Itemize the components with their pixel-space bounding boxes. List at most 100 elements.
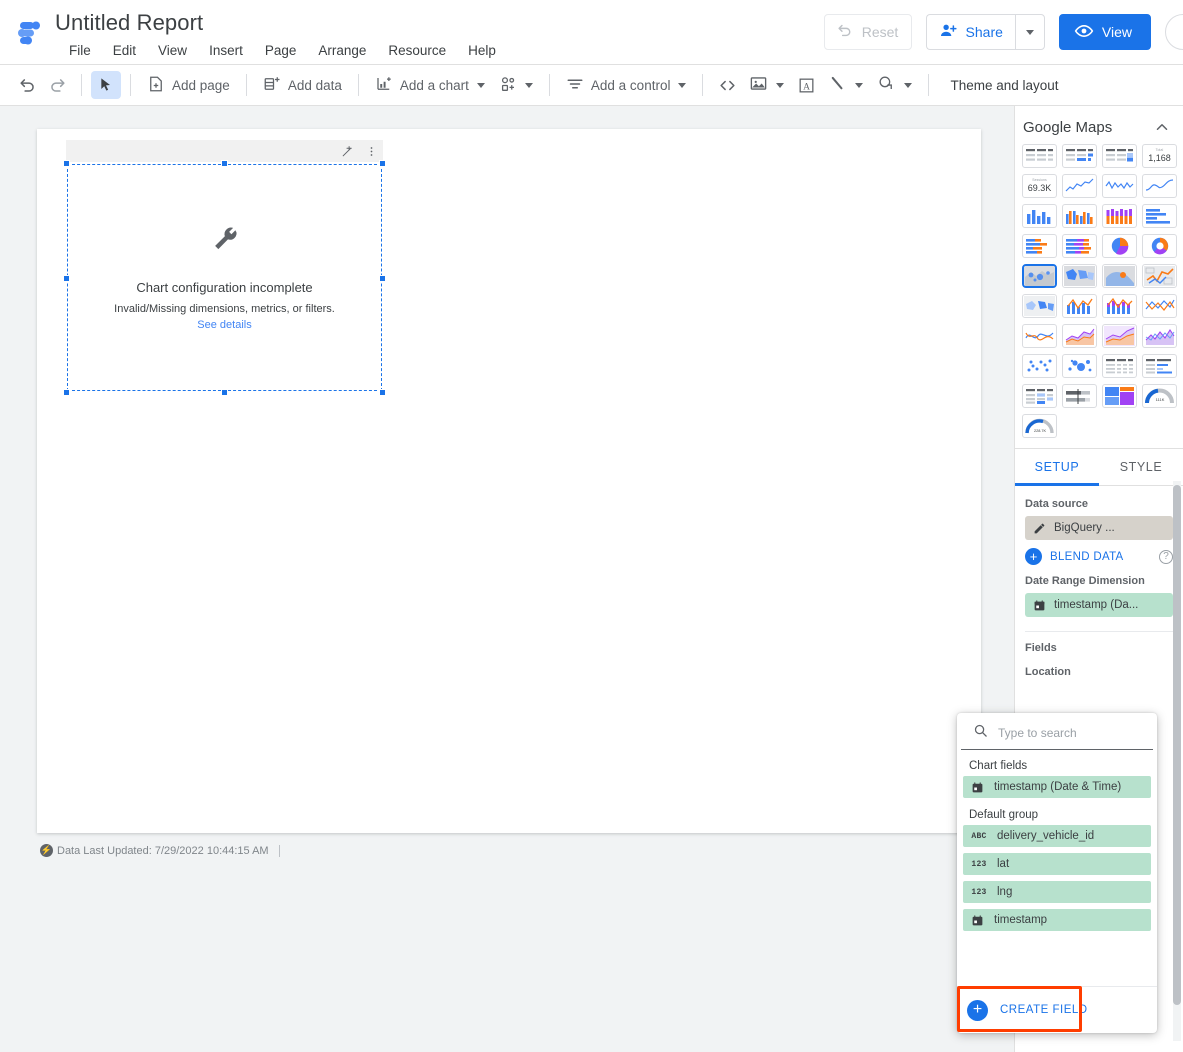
gallery-item-stacked-column-chart[interactable] bbox=[1102, 204, 1137, 228]
chevron-up-icon[interactable] bbox=[1153, 118, 1171, 136]
more-vert-icon[interactable] bbox=[365, 145, 378, 158]
gallery-item-time-series[interactable] bbox=[1062, 174, 1097, 198]
gallery-item-overlay-area-chart[interactable] bbox=[1142, 324, 1177, 348]
resize-handle-mr[interactable] bbox=[379, 275, 386, 282]
gallery-item-pie-chart[interactable] bbox=[1102, 234, 1137, 258]
gallery-item-treemap[interactable] bbox=[1102, 384, 1137, 408]
menu-insert[interactable]: Insert bbox=[198, 39, 254, 63]
add-data-button[interactable]: Add data bbox=[256, 71, 349, 99]
tab-setup[interactable]: SETUP bbox=[1015, 449, 1099, 486]
menu-edit[interactable]: Edit bbox=[102, 39, 147, 63]
gallery-item-gauge-chart[interactable]: 111K bbox=[1142, 384, 1177, 408]
chart-widget[interactable]: Chart configuration incomplete Invalid/M… bbox=[63, 140, 386, 402]
avatar-wrap[interactable] bbox=[1165, 14, 1183, 50]
gallery-item-stacked-area-chart[interactable] bbox=[1102, 324, 1137, 348]
report-title[interactable]: Untitled Report bbox=[55, 8, 507, 38]
view-button[interactable]: View bbox=[1058, 14, 1151, 50]
gallery-item-scorecard-compact[interactable]: Sessions 69.3K bbox=[1022, 174, 1057, 198]
gallery-item-sparkline-chart[interactable] bbox=[1102, 174, 1137, 198]
field-item-lat[interactable]: 123 lat bbox=[963, 853, 1151, 875]
gallery-item-pivot-table[interactable] bbox=[1102, 354, 1137, 378]
gallery-item-bar-chart[interactable] bbox=[1142, 204, 1177, 228]
gallery-item-smoothed-time-series[interactable] bbox=[1142, 174, 1177, 198]
gallery-item-donut-chart[interactable] bbox=[1142, 234, 1177, 258]
gallery-item-google-maps-bubble[interactable] bbox=[1022, 264, 1057, 288]
search-input[interactable] bbox=[996, 725, 1155, 741]
resize-handle-tc[interactable] bbox=[221, 160, 228, 167]
insert-image-button[interactable] bbox=[742, 71, 791, 99]
create-field-row[interactable]: + CREATE FIELD bbox=[957, 986, 1157, 1033]
field-item-lng[interactable]: 123 lng bbox=[963, 881, 1151, 903]
gallery-item-smoothed-line-chart[interactable] bbox=[1022, 324, 1057, 348]
gallery-item-pivot-table-heatmap[interactable] bbox=[1022, 384, 1057, 408]
add-control-button[interactable]: Add a control bbox=[559, 71, 694, 99]
gallery-item-table-with-heatmap[interactable] bbox=[1102, 144, 1137, 168]
resize-handle-tr[interactable] bbox=[379, 160, 386, 167]
help-circle-icon[interactable]: ? bbox=[1159, 549, 1173, 564]
panel-scrollbar-thumb[interactable] bbox=[1173, 485, 1181, 1005]
add-page-button[interactable]: Add page bbox=[140, 71, 237, 99]
field-item-timestamp-date-time[interactable]: timestamp (Date & Time) bbox=[963, 776, 1151, 798]
community-visualizations-button[interactable] bbox=[492, 71, 540, 99]
field-item-timestamp[interactable]: timestamp bbox=[963, 909, 1151, 931]
gallery-item-clustered-bar-chart[interactable] bbox=[1062, 234, 1097, 258]
menu-arrange[interactable]: Arrange bbox=[307, 39, 377, 63]
gallery-item-google-maps-heatmap[interactable] bbox=[1102, 264, 1137, 288]
insert-text-button[interactable]: A bbox=[791, 71, 821, 99]
resize-handle-bc[interactable] bbox=[221, 389, 228, 396]
gallery-item-bubble-chart[interactable] bbox=[1062, 354, 1097, 378]
redo-button[interactable] bbox=[42, 71, 72, 99]
gallery-item-pivot-table-with-bars[interactable] bbox=[1142, 354, 1177, 378]
gallery-item-stacked-bar-chart[interactable] bbox=[1022, 234, 1057, 258]
gallery-item-bullet-chart[interactable] bbox=[1062, 384, 1097, 408]
gallery-scorecard-value: 1,168 bbox=[1148, 152, 1171, 163]
data-source-chip[interactable]: BigQuery ... bbox=[1025, 516, 1173, 540]
gallery-item-combo-chart[interactable] bbox=[1062, 294, 1097, 318]
insert-shape-button[interactable] bbox=[870, 71, 919, 99]
menu-help[interactable]: Help bbox=[457, 39, 507, 63]
gallery-item-scatter-chart[interactable] bbox=[1022, 354, 1057, 378]
share-dropdown-button[interactable] bbox=[1014, 14, 1045, 50]
gallery-item-area-chart[interactable] bbox=[1062, 324, 1097, 348]
undo-button[interactable] bbox=[12, 71, 42, 99]
add-chart-button[interactable]: Add a chart bbox=[368, 71, 492, 99]
gallery-item-clustered-column-chart[interactable] bbox=[1062, 204, 1097, 228]
report-canvas-area: Chart configuration incomplete Invalid/M… bbox=[0, 106, 1014, 1052]
gallery-item-scorecard[interactable]: Total 1,168 bbox=[1142, 144, 1177, 168]
resize-handle-tl[interactable] bbox=[63, 160, 70, 167]
insert-line-button[interactable] bbox=[821, 71, 870, 99]
select-tool-button[interactable] bbox=[91, 71, 121, 99]
resize-handle-ml[interactable] bbox=[63, 275, 70, 282]
gallery-item-column-chart[interactable] bbox=[1022, 204, 1057, 228]
report-page[interactable]: Chart configuration incomplete Invalid/M… bbox=[37, 129, 981, 833]
gallery-item-line-chart-multi[interactable] bbox=[1142, 294, 1177, 318]
date-range-dimension-chip[interactable]: timestamp (Da... bbox=[1025, 593, 1173, 617]
menu-page[interactable]: Page bbox=[254, 39, 308, 63]
tab-style[interactable]: STYLE bbox=[1099, 449, 1183, 485]
menu-resource[interactable]: Resource bbox=[377, 39, 457, 63]
gallery-item-gauge-chart-alt[interactable]: 228.7K bbox=[1022, 414, 1057, 438]
embed-code-button[interactable] bbox=[712, 71, 742, 99]
plus-circle-icon[interactable]: + bbox=[1025, 548, 1042, 565]
reset-button[interactable]: Reset bbox=[823, 14, 912, 50]
page-plus-icon bbox=[147, 75, 165, 96]
gallery-item-combo-stacked-chart[interactable] bbox=[1102, 294, 1137, 318]
blend-data-label[interactable]: BLEND DATA bbox=[1050, 551, 1151, 563]
theme-and-layout-button[interactable]: Theme and layout bbox=[938, 71, 1070, 99]
menu-view[interactable]: View bbox=[147, 39, 198, 63]
user-avatar[interactable] bbox=[1165, 14, 1183, 50]
location-label: Location bbox=[1025, 666, 1071, 678]
gallery-item-table[interactable] bbox=[1022, 144, 1057, 168]
resize-handle-bl[interactable] bbox=[63, 389, 70, 396]
gallery-item-google-maps-filled[interactable] bbox=[1062, 264, 1097, 288]
gallery-item-table-with-bars[interactable] bbox=[1062, 144, 1097, 168]
field-item-delivery-vehicle-id[interactable]: ABC delivery_vehicle_id bbox=[963, 825, 1151, 847]
menu-file[interactable]: File bbox=[58, 39, 102, 63]
resize-handle-br[interactable] bbox=[379, 389, 386, 396]
see-details-link[interactable]: See details bbox=[197, 319, 251, 331]
share-button[interactable]: Share bbox=[925, 14, 1015, 50]
menu-bar: File Edit View Insert Page Arrange Resou… bbox=[58, 39, 507, 63]
gallery-item-google-maps-lines[interactable] bbox=[1142, 264, 1177, 288]
gallery-item-geo-chart[interactable] bbox=[1022, 294, 1057, 318]
magic-wand-icon[interactable] bbox=[341, 145, 354, 158]
